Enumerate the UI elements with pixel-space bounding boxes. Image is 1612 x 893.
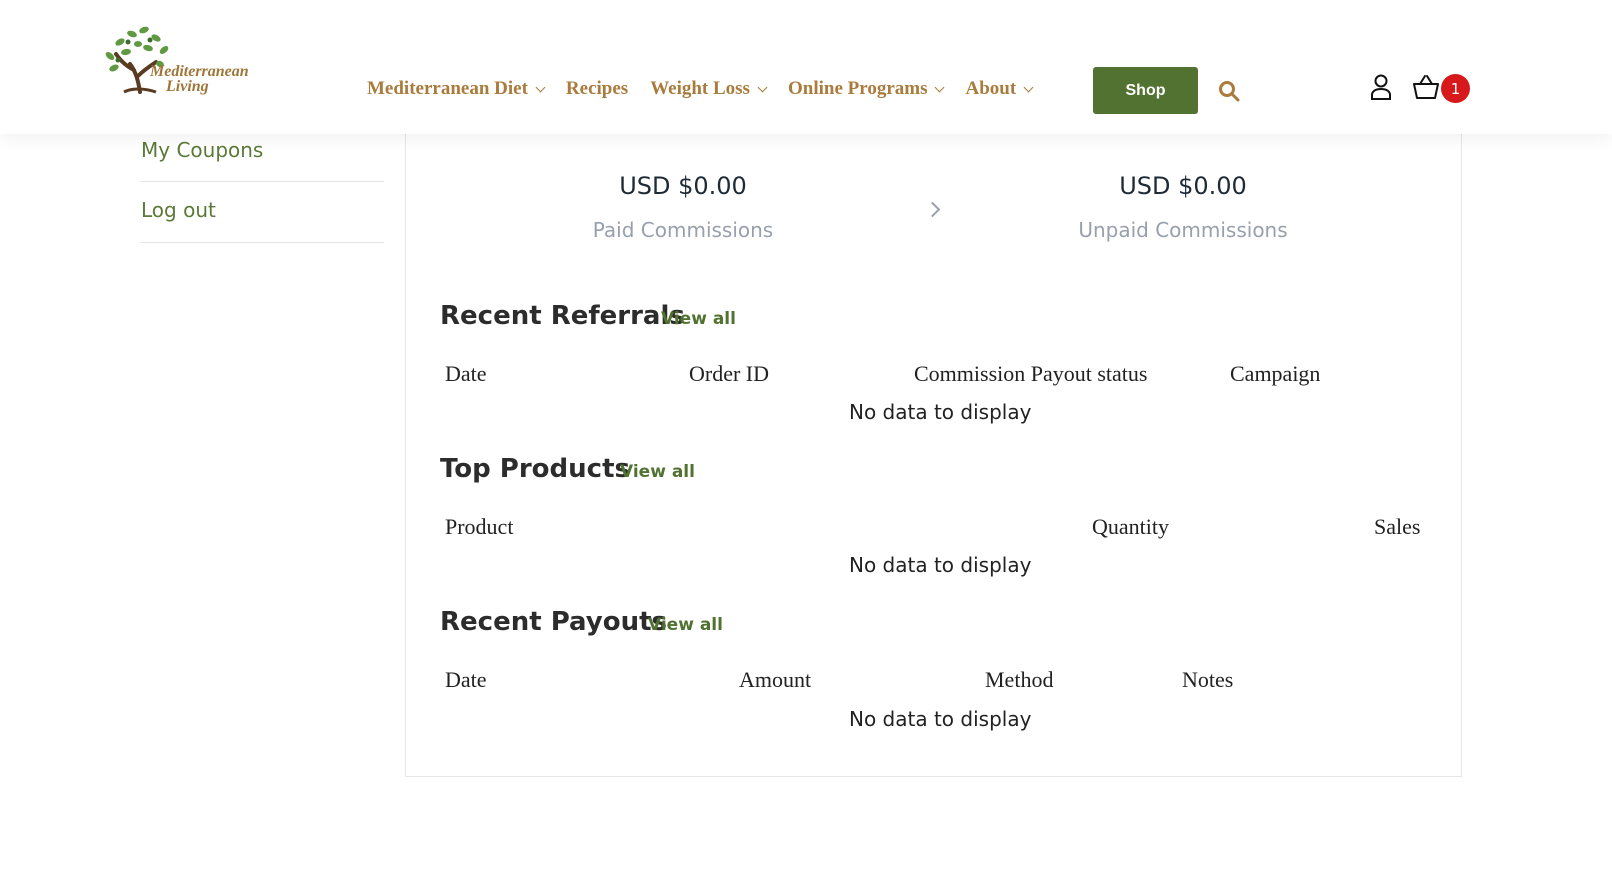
column-header: Product <box>445 514 514 539</box>
shop-button[interactable]: Shop <box>1093 67 1198 114</box>
nav-item-recipes[interactable]: Recipes <box>566 78 628 100</box>
nav-item-mediterranean-diet[interactable]: Mediterranean Diet <box>367 78 546 100</box>
site-logo[interactable]: Mediterranean Living <box>100 20 270 102</box>
payouts-view-all-link[interactable]: View all <box>648 615 723 635</box>
user-account-icon[interactable] <box>1370 74 1392 100</box>
column-header: Sales <box>1374 514 1421 539</box>
nav-label: Mediterranean Diet <box>367 78 528 99</box>
main-nav: Mediterranean Diet Recipes Weight Loss O… <box>367 74 1054 104</box>
chevron-down-icon <box>1023 82 1034 92</box>
column-header: Campaign <box>1230 361 1321 386</box>
column-header: Quantity <box>1092 514 1169 539</box>
shopping-basket-icon[interactable] <box>1412 74 1440 100</box>
recent-payouts-title: Recent Payouts <box>440 607 668 637</box>
products-empty-message: No data to display <box>849 553 1032 577</box>
referrals-empty-message: No data to display <box>849 400 1032 424</box>
nav-item-about[interactable]: About <box>965 78 1034 100</box>
unpaid-commissions-amount: USD $0.00 <box>1119 172 1247 200</box>
referrals-view-all-link[interactable]: View all <box>661 309 736 329</box>
recent-referrals-title: Recent Referrals <box>440 301 685 331</box>
sidebar-item-my-coupons[interactable]: My Coupons <box>141 134 384 182</box>
unpaid-commissions-stat: USD $0.00 Unpaid Commissions <box>1013 172 1353 242</box>
column-header: Date <box>445 667 487 692</box>
cart-count-badge: 1 <box>1441 74 1470 103</box>
column-header: Date <box>445 361 487 386</box>
nav-label: Weight Loss <box>650 78 750 99</box>
unpaid-commissions-label: Unpaid Commissions <box>1078 218 1288 242</box>
nav-item-online-programs[interactable]: Online Programs <box>787 78 945 100</box>
chevron-down-icon <box>757 82 768 92</box>
sidebar-item-log-out[interactable]: Log out <box>141 182 384 243</box>
paid-commissions-stat: USD $0.00 Paid Commissions <box>513 172 853 242</box>
column-header: Order ID <box>689 361 770 386</box>
account-sidebar: My Coupons Log out <box>141 134 384 243</box>
payouts-empty-message: No data to display <box>849 707 1032 731</box>
nav-item-weight-loss[interactable]: Weight Loss <box>650 78 768 100</box>
column-header: Amount <box>739 667 812 692</box>
chevron-down-icon <box>535 82 546 92</box>
products-view-all-link[interactable]: View all <box>620 462 695 482</box>
paid-commissions-amount: USD $0.00 <box>619 172 747 200</box>
logo-wordmark: Mediterranean Living <box>150 64 249 95</box>
site-header: Mediterranean Living Mediterranean Diet … <box>0 0 1612 134</box>
paid-commissions-label: Paid Commissions <box>592 218 774 242</box>
column-header: Commission Payout status <box>914 361 1148 386</box>
logo-line-2: Living <box>166 78 209 95</box>
column-header: Notes <box>1182 667 1234 692</box>
search-icon[interactable] <box>1218 80 1240 102</box>
column-header: Method <box>985 667 1054 692</box>
nav-label: Recipes <box>565 78 629 99</box>
nav-label: Online Programs <box>787 78 928 99</box>
top-products-title: Top Products <box>440 454 630 484</box>
chevron-down-icon <box>935 82 945 92</box>
nav-label: About <box>965 78 1017 99</box>
